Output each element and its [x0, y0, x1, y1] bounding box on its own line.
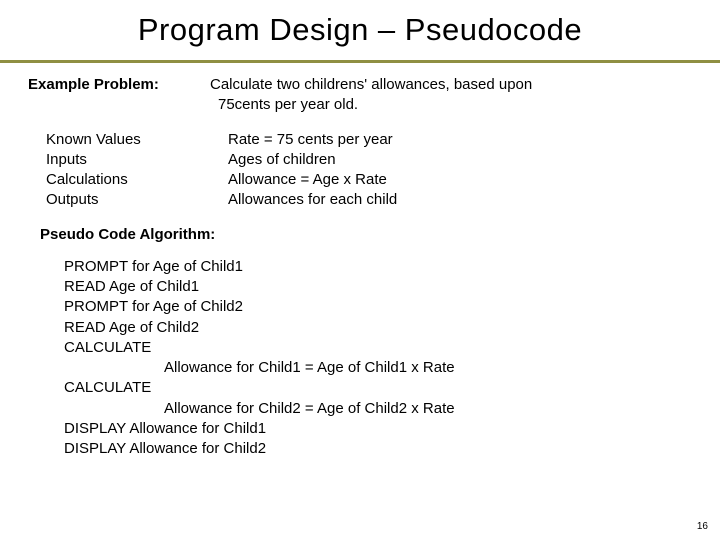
known-values-block: Known Values Inputs Calculations Outputs… [28, 130, 692, 211]
algo-line: CALCULATE [64, 378, 692, 398]
algo-line: READ Age of Child2 [64, 318, 692, 338]
page-number: 16 [697, 521, 708, 532]
known-labels: Known Values Inputs Calculations Outputs [28, 130, 228, 211]
known-values-value: Rate = 75 cents per year [228, 130, 692, 150]
example-description: Calculate two childrens' allowances, bas… [210, 75, 692, 116]
example-desc-line2: 75cents per year old. [210, 95, 692, 115]
known-values-desc: Rate = 75 cents per year Ages of childre… [228, 130, 692, 211]
slide-title: Program Design – Pseudocode [0, 0, 720, 58]
content-area: Example Problem: Calculate two childrens… [0, 63, 720, 459]
algo-line: CALCULATE [64, 338, 692, 358]
calculations-value: Allowance = Age x Rate [228, 170, 692, 190]
example-label: Example Problem: [28, 75, 210, 95]
algo-line-indented: Allowance for Child1 = Age of Child1 x R… [64, 358, 692, 378]
example-desc-line1: Calculate two childrens' allowances, bas… [210, 75, 692, 95]
algorithm-block: PROMPT for Age of Child1 READ Age of Chi… [28, 257, 692, 460]
algo-line: DISPLAY Allowance for Child1 [64, 419, 692, 439]
algo-line: DISPLAY Allowance for Child2 [64, 439, 692, 459]
algo-line: PROMPT for Age of Child1 [64, 257, 692, 277]
slide: Program Design – Pseudocode Example Prob… [0, 0, 720, 540]
inputs-label: Inputs [46, 150, 228, 170]
algo-line: READ Age of Child1 [64, 277, 692, 297]
example-row: Example Problem: Calculate two childrens… [28, 75, 692, 116]
algo-line: PROMPT for Age of Child2 [64, 297, 692, 317]
outputs-value: Allowances for each child [228, 190, 692, 210]
inputs-value: Ages of children [228, 150, 692, 170]
outputs-label: Outputs [46, 190, 228, 210]
algorithm-heading: Pseudo Code Algorithm: [28, 225, 692, 245]
known-values-label: Known Values [46, 130, 228, 150]
algo-line-indented: Allowance for Child2 = Age of Child2 x R… [64, 399, 692, 419]
calculations-label: Calculations [46, 170, 228, 190]
